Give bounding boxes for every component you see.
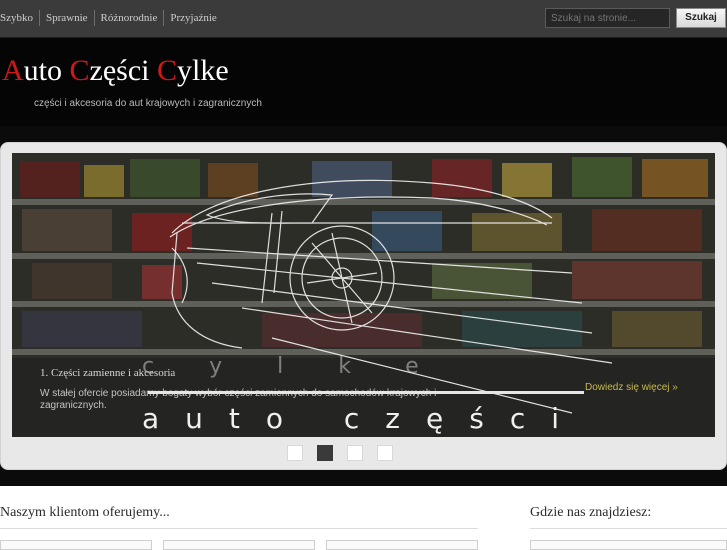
slide-more-link[interactable]: Dowiedz się więcej » [585,382,678,393]
site-tagline: części i akcesoria do aut krajowych i za… [34,98,262,109]
map-box [530,540,727,550]
slide-logo-top: cylke [142,354,474,379]
search-input[interactable] [545,8,670,28]
section-title-offer: Naszym klientom oferujemy... [0,505,170,520]
section-divider [530,528,727,529]
slider-pager-dot[interactable] [287,445,303,461]
section-title-location: Gdzie nas znajdziesz: [530,505,652,520]
nav-link-sprawnie[interactable]: Sprawnie [40,10,94,26]
site-logo[interactable]: Auto Części Cylke [2,54,229,88]
offer-box [0,540,152,550]
slide-caption-title: 1. Części zamienne i akcesoria [40,367,176,379]
search-button[interactable]: Szukaj [676,8,726,28]
nav-link-przyjaznie[interactable]: Przyjaźnie [164,10,222,26]
top-nav: Szybko Sprawnie Różnorodnie Przyjaźnie [0,10,223,26]
slider-pager [287,445,393,461]
nav-link-szybko[interactable]: Szybko [0,10,39,26]
offer-box [326,540,478,550]
slide-logo-divider [148,391,584,394]
slider-pager-dot-active[interactable] [317,445,333,461]
slide-logo-bottom: auto części [142,402,585,435]
nav-link-roznorodnie[interactable]: Różnorodnie [95,10,164,26]
offer-box [163,540,315,550]
slider-pager-dot[interactable] [347,445,363,461]
top-bar: Szybko Sprawnie Różnorodnie Przyjaźnie S… [0,0,727,38]
slider-pager-dot[interactable] [377,445,393,461]
section-divider [0,528,478,529]
